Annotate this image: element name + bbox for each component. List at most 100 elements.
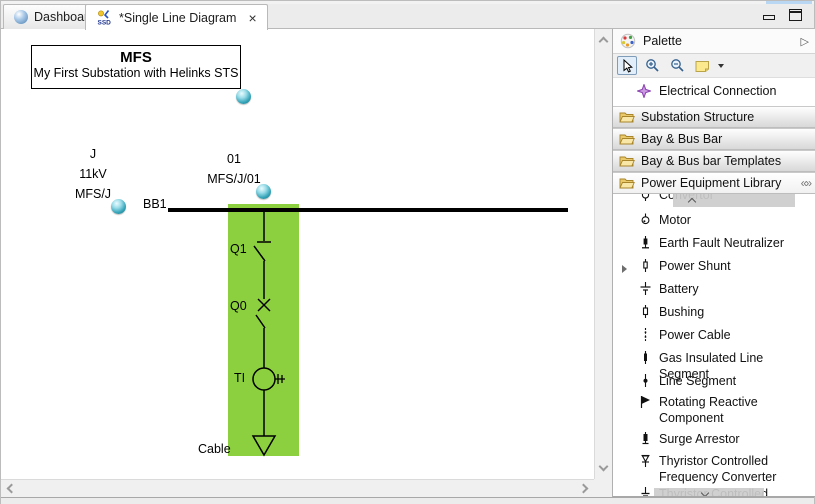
single-line-diagram [1,29,594,479]
group-label: Bay & Bus Bar [641,132,722,146]
voltage-level-label[interactable]: J 11kV MFS/J [58,144,128,204]
select-tool-button[interactable] [617,56,637,75]
rotating-reactive-component-icon [639,395,652,408]
item-label: Motor [659,212,691,228]
scroll-up-icon[interactable] [599,37,609,47]
bushing-icon [639,305,652,318]
power-equipment-list: Convertor Motor Ea [613,194,815,496]
tab-single-line-diagram[interactable]: SSD *Single Line Diagram × [85,4,268,30]
maximize-icon[interactable] [789,9,802,21]
palette-toolbar [613,54,815,78]
thyristor-frequency-converter-icon [639,454,652,467]
breaker-label[interactable]: Q0 [230,299,247,313]
list-item-surge-arrestor[interactable]: Surge Arrestor [613,431,815,447]
ct-label[interactable]: TI [234,371,245,385]
ssd-diagram-icon: SSD [96,9,113,26]
folder-open-icon [619,133,635,145]
cable-label[interactable]: Cable [198,442,231,456]
expand-arrow-icon[interactable] [622,265,627,273]
substation-description: My First Substation with Helinks STS [32,66,240,80]
electrical-connection-icon [637,84,651,98]
diagram-canvas[interactable]: MFS My First Substation with Helinks STS… [1,29,594,479]
note-dropdown-icon[interactable] [718,64,724,68]
gas-insulated-line-segment-icon [639,351,652,364]
busbar-label[interactable]: BB1 [143,197,167,211]
scroll-down-icon[interactable] [599,462,609,472]
list-scroll-down-icon [701,489,709,496]
earth-fault-neutralizer-icon [639,236,652,249]
palette-header[interactable]: Palette ▷ [613,29,815,54]
list-item-power-cable[interactable]: Power Cable [613,327,815,343]
scroll-right-icon[interactable] [579,484,589,494]
close-icon[interactable]: × [248,11,256,25]
editor-tabbar: Dashboard SSD *Single Line Diagram × [1,4,814,29]
canvas-horizontal-scrollbar[interactable] [1,479,594,497]
power-shunt-icon [639,259,652,272]
palette-title: Palette [643,34,682,48]
convertor-icon [639,194,652,201]
busbar-line [168,208,568,212]
list-item-power-shunt[interactable]: Power Shunt [613,258,815,274]
item-label: Power Shunt [659,258,731,274]
list-item-thyristor-controlled-frequency-converter[interactable]: Thyristor Controlled Frequency Converter [613,453,815,485]
select-arrow-icon [621,59,634,73]
item-label: Line Segment [659,373,736,389]
tab-sld-label: *Single Line Diagram [119,11,236,25]
item-label: Rotating Reactive Component [659,394,806,426]
zoom-out-button[interactable] [667,56,687,75]
item-label: Power Cable [659,327,731,343]
minimize-icon[interactable] [763,15,775,20]
scrollbar-corner [594,479,612,497]
item-label: Earth Fault Neutralizer [659,235,784,251]
vlevel-voltage: 11kV [58,164,128,184]
surge-arrestor-icon [639,432,652,445]
view-controls [763,9,802,21]
folder-open-icon [619,111,635,123]
line-segment-icon [639,374,652,387]
group-bay-bus-bar-templates[interactable]: Bay & Bus bar Templates [613,150,815,172]
note-tool-button[interactable] [692,56,712,75]
list-scroll-up-overlay[interactable] [673,194,795,207]
zoom-in-button[interactable] [642,56,662,75]
substation-name: MFS [32,49,240,66]
decorator-sphere-icon [256,184,271,199]
list-scroll-down-overlay[interactable] [654,488,764,496]
item-label: Battery [659,281,699,297]
collapse-panel-icon[interactable]: «» [801,176,810,190]
group-substation-structure[interactable]: Substation Structure [613,106,815,128]
application-window: Dashboard SSD *Single Line Diagram × [0,0,815,504]
item-label: Surge Arrestor [659,431,740,447]
zoom-out-icon [670,58,685,73]
item-label: Bushing [659,304,704,320]
list-item-line-segment[interactable]: Line Segment [613,373,815,389]
canvas-vertical-scrollbar[interactable] [594,29,612,479]
group-bay-bus-bar[interactable]: Bay & Bus Bar [613,128,815,150]
folder-open-icon [619,155,635,167]
scroll-left-icon[interactable] [7,484,17,494]
electrical-connection-label: Electrical Connection [659,84,776,98]
list-item-battery[interactable]: Battery [613,281,815,297]
list-item-earth-fault-neutralizer[interactable]: Earth Fault Neutralizer [613,235,815,251]
zoom-in-icon [645,58,660,73]
power-cable-icon [639,328,652,341]
list-item-bushing[interactable]: Bushing [613,304,815,320]
motor-icon [639,213,652,226]
thyristor-reactive-icon [639,487,652,496]
disconnector-label[interactable]: Q1 [230,242,247,256]
vlevel-name: J [58,144,128,164]
bay-label[interactable]: 01 MFS/J/01 [199,149,269,189]
note-icon [694,59,711,73]
group-label: Substation Structure [641,110,754,124]
palette-expand-icon[interactable]: ▷ [801,35,809,48]
palette-icon [620,33,636,49]
battery-icon [639,282,652,295]
palette-item-electrical-connection[interactable]: Electrical Connection [613,78,815,103]
group-label: Bay & Bus bar Templates [641,154,781,168]
list-item-rotating-reactive-component[interactable]: Rotating Reactive Component [613,394,815,426]
group-label: Power Equipment Library [641,176,781,190]
palette-panel: Palette ▷ [612,29,815,497]
dashboard-icon [14,10,28,24]
substation-title-box[interactable]: MFS My First Substation with Helinks STS [31,45,241,89]
group-power-equipment-library[interactable]: Power Equipment Library «» [613,172,815,194]
list-item-motor[interactable]: Motor [613,212,815,228]
